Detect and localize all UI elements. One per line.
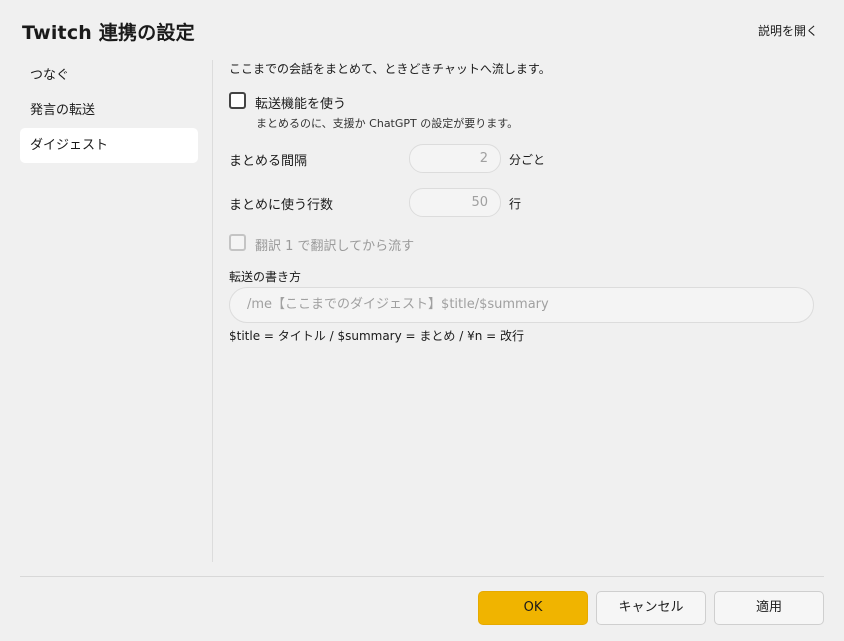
sidebar: つなぐ 発言の転送 ダイジェスト — [20, 58, 198, 163]
lines-unit: 行 — [509, 197, 522, 211]
interval-unit: 分ごと — [509, 153, 546, 167]
sidebar-item-digest[interactable]: ダイジェスト — [20, 128, 198, 163]
dialog-title: Twitch 連携の設定 — [22, 22, 195, 44]
translate-checkbox[interactable] — [229, 234, 246, 251]
format-help: $title = タイトル / $summary = まとめ / ¥n = 改行 — [229, 329, 524, 343]
enable-forwarding-label[interactable]: 転送機能を使う — [255, 93, 346, 112]
footer-divider — [20, 576, 824, 577]
interval-label: まとめる間隔 — [229, 154, 308, 169]
apply-button[interactable]: 適用 — [714, 591, 824, 625]
format-input[interactable]: /me【ここまでのダイジェスト】$title/$summary — [229, 287, 814, 323]
sidebar-item-message-forwarding[interactable]: 発言の転送 — [20, 93, 198, 128]
format-label: 転送の書き方 — [229, 270, 302, 284]
help-link[interactable]: 説明を開く — [758, 22, 818, 39]
translate-label[interactable]: 翻訳 1 で翻訳してから流す — [255, 235, 414, 254]
sidebar-item-connect[interactable]: つなぐ — [20, 58, 198, 93]
lines-input[interactable]: 50 — [409, 188, 501, 217]
cancel-button[interactable]: キャンセル — [596, 591, 706, 625]
enable-forwarding-checkbox[interactable] — [229, 92, 246, 109]
lines-label: まとめに使う行数 — [229, 198, 334, 213]
interval-input[interactable]: 2 — [409, 144, 501, 173]
enable-forwarding-hint: まとめるのに、支援か ChatGPT の設定が要ります。 — [256, 117, 519, 130]
panel-description: ここまでの会話をまとめて、ときどきチャットへ流します。 — [229, 62, 551, 76]
ok-button[interactable]: OK — [478, 591, 588, 625]
sidebar-divider — [212, 60, 213, 562]
